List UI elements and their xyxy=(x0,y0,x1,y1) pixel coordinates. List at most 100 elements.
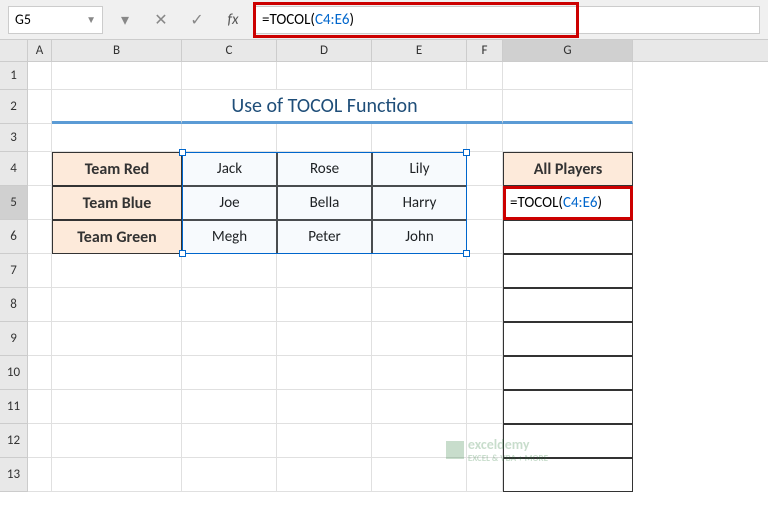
cell[interactable] xyxy=(277,288,372,322)
cell[interactable] xyxy=(182,424,277,458)
cell[interactable] xyxy=(28,424,52,458)
row-header[interactable]: 12 xyxy=(0,424,28,458)
output-cell[interactable] xyxy=(503,356,633,390)
row-header[interactable]: 7 xyxy=(0,254,28,288)
cell[interactable] xyxy=(467,356,503,390)
cell[interactable] xyxy=(28,458,52,492)
cell[interactable] xyxy=(182,288,277,322)
row-header[interactable]: 10 xyxy=(0,356,28,390)
allplayers-header[interactable]: All Players xyxy=(503,152,633,186)
data-cell[interactable]: John xyxy=(372,220,467,254)
team-header[interactable]: Team Green xyxy=(52,220,182,254)
cell[interactable] xyxy=(52,254,182,288)
dropdown-icon[interactable]: ▾ xyxy=(111,6,139,34)
data-cell[interactable]: Rose xyxy=(277,152,372,186)
cell[interactable] xyxy=(52,288,182,322)
cell[interactable] xyxy=(467,152,503,186)
row-header[interactable]: 9 xyxy=(0,322,28,356)
cell[interactable] xyxy=(182,124,277,152)
cell[interactable] xyxy=(52,124,182,152)
enter-icon[interactable]: ✓ xyxy=(183,6,211,34)
output-cell[interactable] xyxy=(503,322,633,356)
row-header[interactable]: 6 xyxy=(0,220,28,254)
cell[interactable] xyxy=(467,390,503,424)
chevron-down-icon[interactable]: ▼ xyxy=(86,13,96,26)
formula-input[interactable]: =TOCOL(C4:E6) xyxy=(255,6,760,34)
row-header[interactable]: 4 xyxy=(0,152,28,186)
row-header[interactable]: 3 xyxy=(0,124,28,152)
cell[interactable] xyxy=(503,90,633,124)
cell[interactable] xyxy=(372,390,467,424)
cell[interactable] xyxy=(372,322,467,356)
cell[interactable] xyxy=(182,322,277,356)
cell[interactable] xyxy=(28,124,52,152)
row-header[interactable]: 1 xyxy=(0,62,28,90)
cell[interactable] xyxy=(467,254,503,288)
col-header[interactable]: G xyxy=(503,40,633,61)
cell[interactable] xyxy=(52,90,182,124)
data-cell[interactable]: Harry xyxy=(372,186,467,220)
cell[interactable] xyxy=(28,186,52,220)
cell[interactable] xyxy=(52,356,182,390)
cell[interactable] xyxy=(277,62,372,90)
cell[interactable] xyxy=(503,124,633,152)
cell[interactable] xyxy=(52,62,182,90)
cell[interactable] xyxy=(372,124,467,152)
cell[interactable] xyxy=(182,254,277,288)
cell[interactable] xyxy=(467,186,503,220)
cell[interactable] xyxy=(467,322,503,356)
row-header[interactable]: 13 xyxy=(0,458,28,492)
cell[interactable] xyxy=(277,254,372,288)
cell[interactable] xyxy=(503,62,633,90)
cell[interactable] xyxy=(467,62,503,90)
cell[interactable] xyxy=(28,288,52,322)
cell[interactable] xyxy=(277,356,372,390)
cell[interactable] xyxy=(52,458,182,492)
cell[interactable] xyxy=(277,322,372,356)
output-cell[interactable] xyxy=(503,390,633,424)
row-header[interactable]: 8 xyxy=(0,288,28,322)
cell[interactable] xyxy=(182,458,277,492)
output-cell[interactable] xyxy=(503,288,633,322)
cell[interactable] xyxy=(467,220,503,254)
cell[interactable] xyxy=(372,356,467,390)
fx-icon[interactable]: fx xyxy=(219,6,247,34)
cancel-icon[interactable]: ✕ xyxy=(147,6,175,34)
team-header[interactable]: Team Red xyxy=(52,152,182,186)
cell[interactable] xyxy=(28,62,52,90)
name-box[interactable]: G5 ▼ xyxy=(8,6,103,34)
col-header[interactable]: C xyxy=(182,40,277,61)
cell[interactable] xyxy=(467,124,503,152)
output-cell[interactable] xyxy=(503,220,633,254)
select-all-triangle[interactable] xyxy=(0,40,28,61)
row-header[interactable]: 11 xyxy=(0,390,28,424)
col-header[interactable]: E xyxy=(372,40,467,61)
data-cell[interactable]: Bella xyxy=(277,186,372,220)
col-header[interactable]: B xyxy=(52,40,182,61)
cell[interactable] xyxy=(28,322,52,356)
cell[interactable] xyxy=(52,322,182,356)
data-cell[interactable]: Peter xyxy=(277,220,372,254)
data-cell[interactable]: Joe xyxy=(182,186,277,220)
cell[interactable] xyxy=(372,288,467,322)
cell[interactable] xyxy=(277,124,372,152)
cell[interactable] xyxy=(52,424,182,458)
cell[interactable] xyxy=(277,390,372,424)
cell[interactable] xyxy=(28,390,52,424)
title-cell[interactable]: Use of TOCOL Function xyxy=(182,90,467,124)
cell[interactable] xyxy=(28,220,52,254)
row-header[interactable]: 2 xyxy=(0,90,28,124)
data-cell[interactable]: Megh xyxy=(182,220,277,254)
cell[interactable] xyxy=(182,62,277,90)
cell[interactable] xyxy=(277,458,372,492)
cell[interactable] xyxy=(182,390,277,424)
cell[interactable] xyxy=(467,90,503,124)
cell[interactable] xyxy=(28,152,52,186)
cell[interactable] xyxy=(467,288,503,322)
col-header[interactable]: A xyxy=(28,40,52,61)
output-cell[interactable] xyxy=(503,254,633,288)
col-header[interactable]: F xyxy=(467,40,503,61)
cell[interactable] xyxy=(182,356,277,390)
team-header[interactable]: Team Blue xyxy=(52,186,182,220)
cell[interactable] xyxy=(28,90,52,124)
